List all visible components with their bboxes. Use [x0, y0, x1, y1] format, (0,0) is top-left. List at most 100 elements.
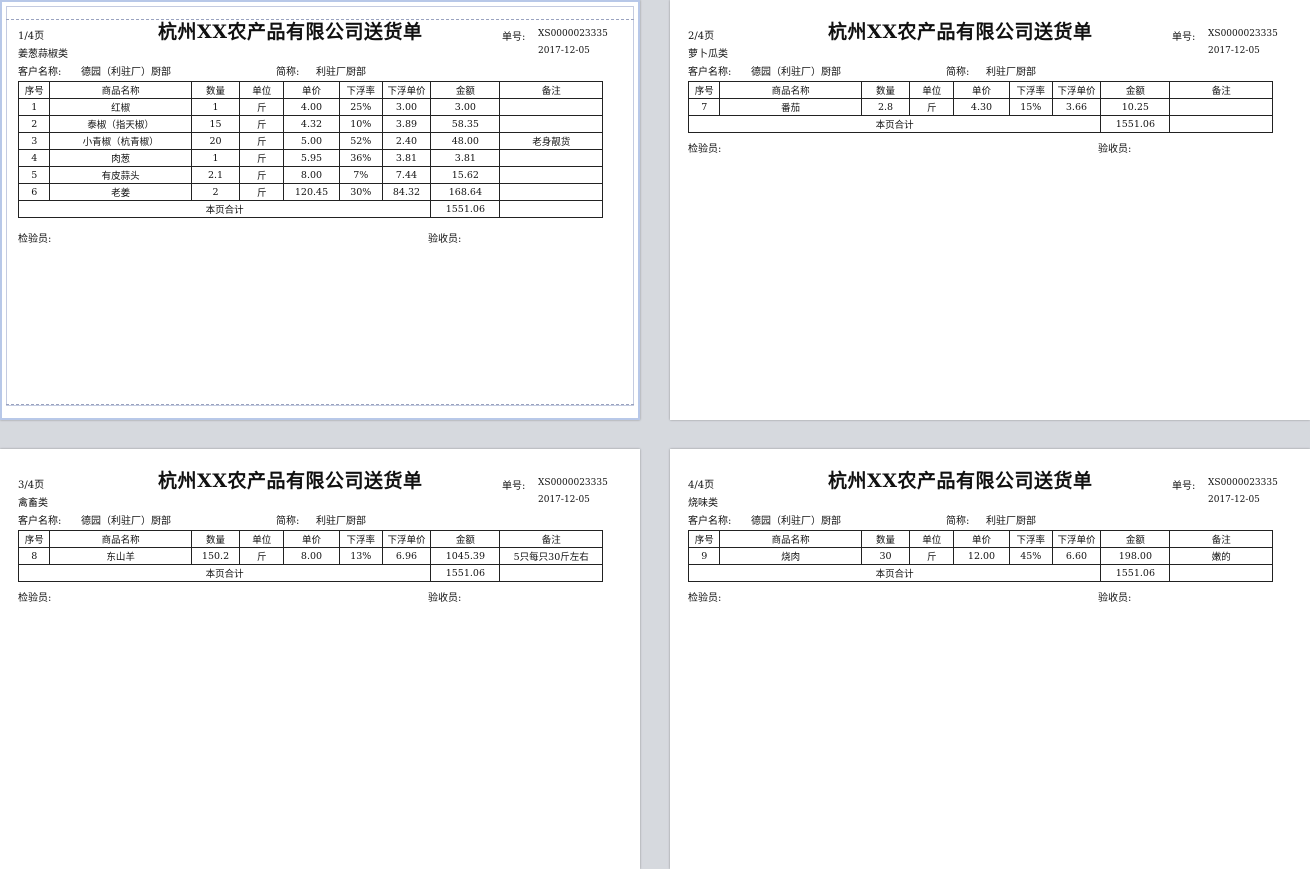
cell-col-name: 番茄	[719, 98, 862, 116]
header-col-rate: 下浮率	[1008, 530, 1053, 548]
subtotal-row: 本页合计 1551.06	[17, 564, 603, 582]
print-page-3[interactable]: 3/4页 杭州XX农产品有限公司送货单 单号: XS0000023335 2017-12…	[0, 449, 640, 869]
cell-col-price: 8.00	[283, 547, 340, 565]
cell-col-qty: 1	[190, 98, 241, 116]
table-header-row: 序号 商品名称 数量 单位 单价 下浮率 下浮单价 金额 备注	[17, 530, 603, 548]
cell-col-seq: 5	[17, 166, 51, 184]
header-col-amount: 金额	[430, 81, 501, 99]
cell-col-net-price: 3.81	[381, 149, 432, 167]
print-page-1[interactable]: 1/4页 杭州XX农产品有限公司送货单 单号: XS0000023335 2017-12…	[0, 0, 640, 420]
cell-col-unit: 斤	[909, 98, 955, 116]
page-number: 2/4页	[688, 31, 715, 42]
customer-name: 德园（利驻厂）厨部	[81, 67, 171, 78]
cell-col-seq: 1	[17, 98, 51, 116]
customer-name-label: 客户名称:	[18, 67, 62, 78]
header-col-remark: 备注	[1169, 81, 1273, 99]
subtotal-remark	[499, 200, 603, 218]
header-col-qty: 数量	[190, 530, 241, 548]
table-row: 7 番茄 2.8 斤 4.30 15% 3.66 10.25	[687, 98, 1273, 116]
cell-col-remark	[499, 183, 603, 201]
footer-margin-line	[6, 404, 634, 405]
header-col-unit: 单位	[239, 530, 285, 548]
header-col-name: 商品名称	[719, 81, 862, 99]
header-col-price: 单价	[953, 530, 1010, 548]
subtotal-label: 本页合计	[17, 564, 432, 582]
header-col-remark: 备注	[499, 81, 603, 99]
header-col-rate: 下浮率	[1008, 81, 1053, 99]
header-col-name: 商品名称	[49, 530, 192, 548]
header-col-rate: 下浮率	[338, 530, 383, 548]
cell-col-rate: 10%	[338, 115, 383, 133]
cell-col-name: 东山羊	[49, 547, 192, 565]
cell-col-amount: 168.64	[430, 183, 501, 201]
subtotal-remark	[1169, 564, 1273, 582]
cell-col-net-price: 3.66	[1051, 98, 1102, 116]
table-row: 9 烧肉 30 斤 12.00 45% 6.60 198.00 嫩的	[687, 547, 1273, 565]
header-col-seq: 序号	[17, 81, 51, 99]
document-title: 杭州XX农产品有限公司送货单	[158, 21, 423, 43]
subtotal-label: 本页合计	[687, 564, 1102, 582]
cell-col-price: 4.30	[953, 98, 1010, 116]
short-name-label: 简称:	[276, 516, 300, 527]
delivery-date: 2017-12-05	[1208, 495, 1260, 505]
cell-col-price: 5.95	[283, 149, 340, 167]
subtotal-remark	[1169, 115, 1273, 133]
subtotal-row: 本页合计 1551.06	[687, 564, 1273, 582]
header-col-name: 商品名称	[49, 81, 192, 99]
order-number: XS0000023335	[1208, 478, 1278, 488]
order-number: XS0000023335	[1208, 29, 1278, 39]
cell-col-price: 4.00	[283, 98, 340, 116]
delivery-table: 序号 商品名称 数量 单位 单价 下浮率 下浮单价 金额 备注 9 烧肉 30 斤 12.00 45% 6.6…	[687, 530, 1273, 582]
order-number-label: 单号:	[502, 481, 526, 492]
cell-col-net-price: 84.32	[381, 183, 432, 201]
table-row: 5 有皮蒜头 2.1 斤 8.00 7% 7.44 15.62	[17, 166, 603, 184]
order-number-label: 单号:	[502, 32, 526, 43]
order-number: XS0000023335	[538, 29, 608, 39]
cell-col-unit: 斤	[239, 547, 285, 565]
delivery-date: 2017-12-05	[538, 495, 590, 505]
cell-col-net-price: 2.40	[381, 132, 432, 150]
cell-col-remark	[499, 149, 603, 167]
header-col-price: 单价	[953, 81, 1010, 99]
cell-col-name: 有皮蒜头	[49, 166, 192, 184]
document-title: 杭州XX农产品有限公司送货单	[828, 470, 1093, 492]
cell-col-qty: 15	[190, 115, 241, 133]
customer-name-label: 客户名称:	[688, 516, 732, 527]
cell-col-price: 8.00	[283, 166, 340, 184]
cell-col-price: 5.00	[283, 132, 340, 150]
print-page-2[interactable]: 2/4页 杭州XX农产品有限公司送货单 单号: XS0000023335 2017-12…	[670, 0, 1310, 420]
subtotal-remark	[499, 564, 603, 582]
order-number-label: 单号:	[1172, 32, 1196, 43]
header-col-unit: 单位	[909, 530, 955, 548]
subtotal-row: 本页合计 1551.06	[687, 115, 1273, 133]
header-col-unit: 单位	[239, 81, 285, 99]
receiver-label: 验收员:	[1098, 593, 1132, 604]
cell-col-net-price: 6.96	[381, 547, 432, 565]
table-row: 6 老姜 2 斤 120.45 30% 84.32 168.64	[17, 183, 603, 201]
cell-col-seq: 8	[17, 547, 51, 565]
delivery-table: 序号 商品名称 数量 单位 单价 下浮率 下浮单价 金额 备注 1 红椒 1 斤 4.00 25% 3.00 3…	[17, 81, 603, 218]
short-name: 利驻厂厨部	[316, 67, 366, 78]
header-col-rate: 下浮率	[338, 81, 383, 99]
inspector-label: 检验员:	[688, 144, 722, 155]
cell-col-qty: 150.2	[190, 547, 241, 565]
cell-col-amount: 198.00	[1100, 547, 1171, 565]
customer-name-label: 客户名称:	[18, 516, 62, 527]
document-title: 杭州XX农产品有限公司送货单	[158, 470, 423, 492]
cell-col-unit: 斤	[239, 166, 285, 184]
inspector-label: 检验员:	[688, 593, 722, 604]
table-row: 2 泰椒（指天椒） 15 斤 4.32 10% 3.89 58.35	[17, 115, 603, 133]
cell-col-price: 4.32	[283, 115, 340, 133]
subtotal-label: 本页合计	[17, 200, 432, 218]
table-row: 8 东山羊 150.2 斤 8.00 13% 6.96 1045.39 5只每只30斤左右	[17, 547, 603, 565]
header-col-amount: 金额	[1100, 530, 1171, 548]
cell-col-remark: 老身靓货	[499, 132, 603, 150]
category-label: 禽畜类	[18, 498, 48, 509]
cell-col-amount: 3.00	[430, 98, 501, 116]
table-header-row: 序号 商品名称 数量 单位 单价 下浮率 下浮单价 金额 备注	[687, 530, 1273, 548]
print-page-4[interactable]: 4/4页 杭州XX农产品有限公司送货单 单号: XS0000023335 2017-12…	[670, 449, 1310, 869]
header-col-net-price: 下浮单价	[381, 530, 432, 548]
subtotal-label: 本页合计	[687, 115, 1102, 133]
delivery-table: 序号 商品名称 数量 单位 单价 下浮率 下浮单价 金额 备注 7 番茄 2.8 斤 4.30 15% 3.6…	[687, 81, 1273, 133]
category-label: 烧味类	[688, 498, 718, 509]
